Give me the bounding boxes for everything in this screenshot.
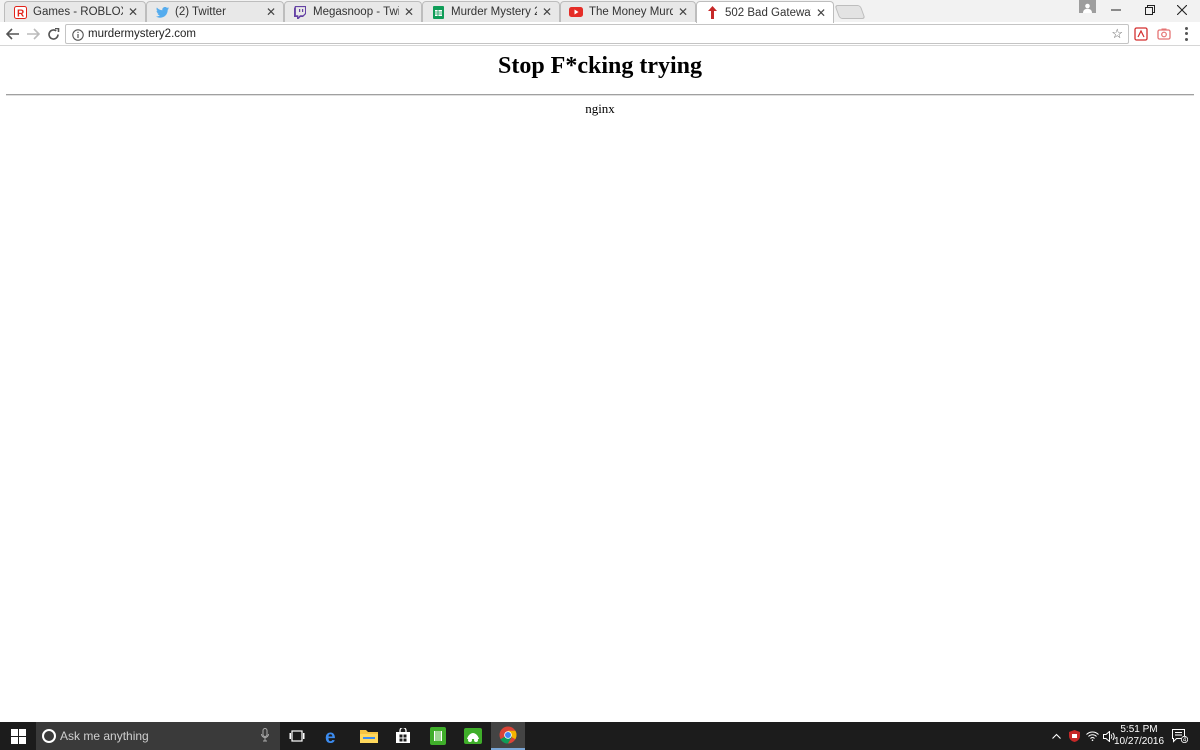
page-heading: Stop F*cking trying [497,53,703,79]
roblox-icon: R [13,5,27,19]
close-window-button[interactable] [1164,0,1200,20]
windows-icon [10,728,26,744]
cortana-icon [42,729,56,743]
chrome-icon[interactable] [491,722,525,750]
address-bar[interactable]: murdermystery2.com ☆ [65,24,1129,44]
wifi-icon[interactable] [1084,722,1100,750]
tab-sheets[interactable]: Murder Mystery 2 Values ✕ [422,1,560,22]
tab-title: Murder Mystery 2 Values [451,6,537,18]
sheets-icon [431,5,445,19]
tab-twitter[interactable]: (2) Twitter ✕ [146,1,284,22]
twitch-icon [293,5,307,19]
restore-button[interactable] [1132,0,1168,20]
tab-twitch[interactable]: Megasnoop - Twitch ✕ [284,1,422,22]
start-button[interactable] [0,722,36,750]
page-content: Stop F*cking trying nginx [0,47,1200,722]
tab-close-icon[interactable]: ✕ [127,6,139,18]
action-center-icon[interactable]: 4 [1168,722,1192,750]
tab-close-icon[interactable]: ✕ [403,6,415,18]
file-explorer-icon[interactable] [352,722,386,750]
tab-title: Games - ROBLOX [33,6,123,18]
edge-icon[interactable]: e [316,722,350,750]
browser-toolbar: murdermystery2.com ☆ [0,22,1200,46]
twitter-icon [155,5,169,19]
store-icon[interactable] [386,722,420,750]
tab-title: (2) Twitter [175,6,226,18]
tab-close-icon[interactable]: ✕ [541,6,553,18]
browser-menu-icon[interactable] [1183,26,1189,42]
tab-title: The Money Murderer | M [589,6,673,18]
tab-title: Megasnoop - Twitch [313,6,399,18]
tab-youtube[interactable]: The Money Murderer | M ✕ [560,1,696,22]
back-button[interactable] [4,25,22,43]
clock-time: 5:51 PM [1120,724,1158,735]
youtube-icon [569,5,583,19]
security-shield-icon[interactable] [1066,722,1082,750]
bookmark-star-icon[interactable]: ☆ [1111,26,1123,42]
extension-pdf-icon[interactable] [1134,27,1148,41]
tab-roblox[interactable]: R Games - ROBLOX ✕ [4,1,146,22]
reload-button[interactable] [44,25,62,43]
new-tab-button[interactable] [834,5,866,19]
cortana-search-box[interactable]: Ask me anything [36,722,280,750]
microphone-icon[interactable] [261,728,269,742]
tab-close-icon[interactable]: ✕ [265,6,277,18]
url-text[interactable]: murdermystery2.com [88,28,196,40]
forward-button[interactable] [24,25,42,43]
notes-app-icon[interactable] [421,722,455,750]
clock-date: 10/27/2016 [1114,736,1165,747]
tab-close-icon[interactable]: ✕ [815,7,827,19]
app-green-icon[interactable] [456,722,490,750]
profile-icon[interactable] [1079,0,1096,13]
tab-strip: R Games - ROBLOX ✕ (2) Twitter ✕ Megasno… [0,0,1200,23]
show-hidden-icons[interactable] [1048,722,1064,750]
tab-close-icon[interactable]: ✕ [677,6,689,18]
page-icon [705,6,719,20]
tab-title: 502 Bad Gateway [725,6,811,19]
taskbar-clock[interactable]: 5:51 PM 10/27/2016 [1114,724,1164,748]
taskbar: Ask me anything e 5:51 PM 10/27/2016 4 [0,722,1200,750]
search-placeholder: Ask me anything [60,729,149,743]
tab-bad-gateway[interactable]: 502 Bad Gateway ✕ [696,1,834,23]
server-name: nginx [585,101,615,116]
divider [6,94,1194,96]
task-view-icon[interactable] [280,722,314,750]
minimize-button[interactable] [1098,0,1134,20]
info-icon[interactable] [72,28,84,41]
svg-text:e: e [325,727,336,745]
svg-text:R: R [17,8,25,19]
extension-camera-icon[interactable] [1157,27,1171,41]
